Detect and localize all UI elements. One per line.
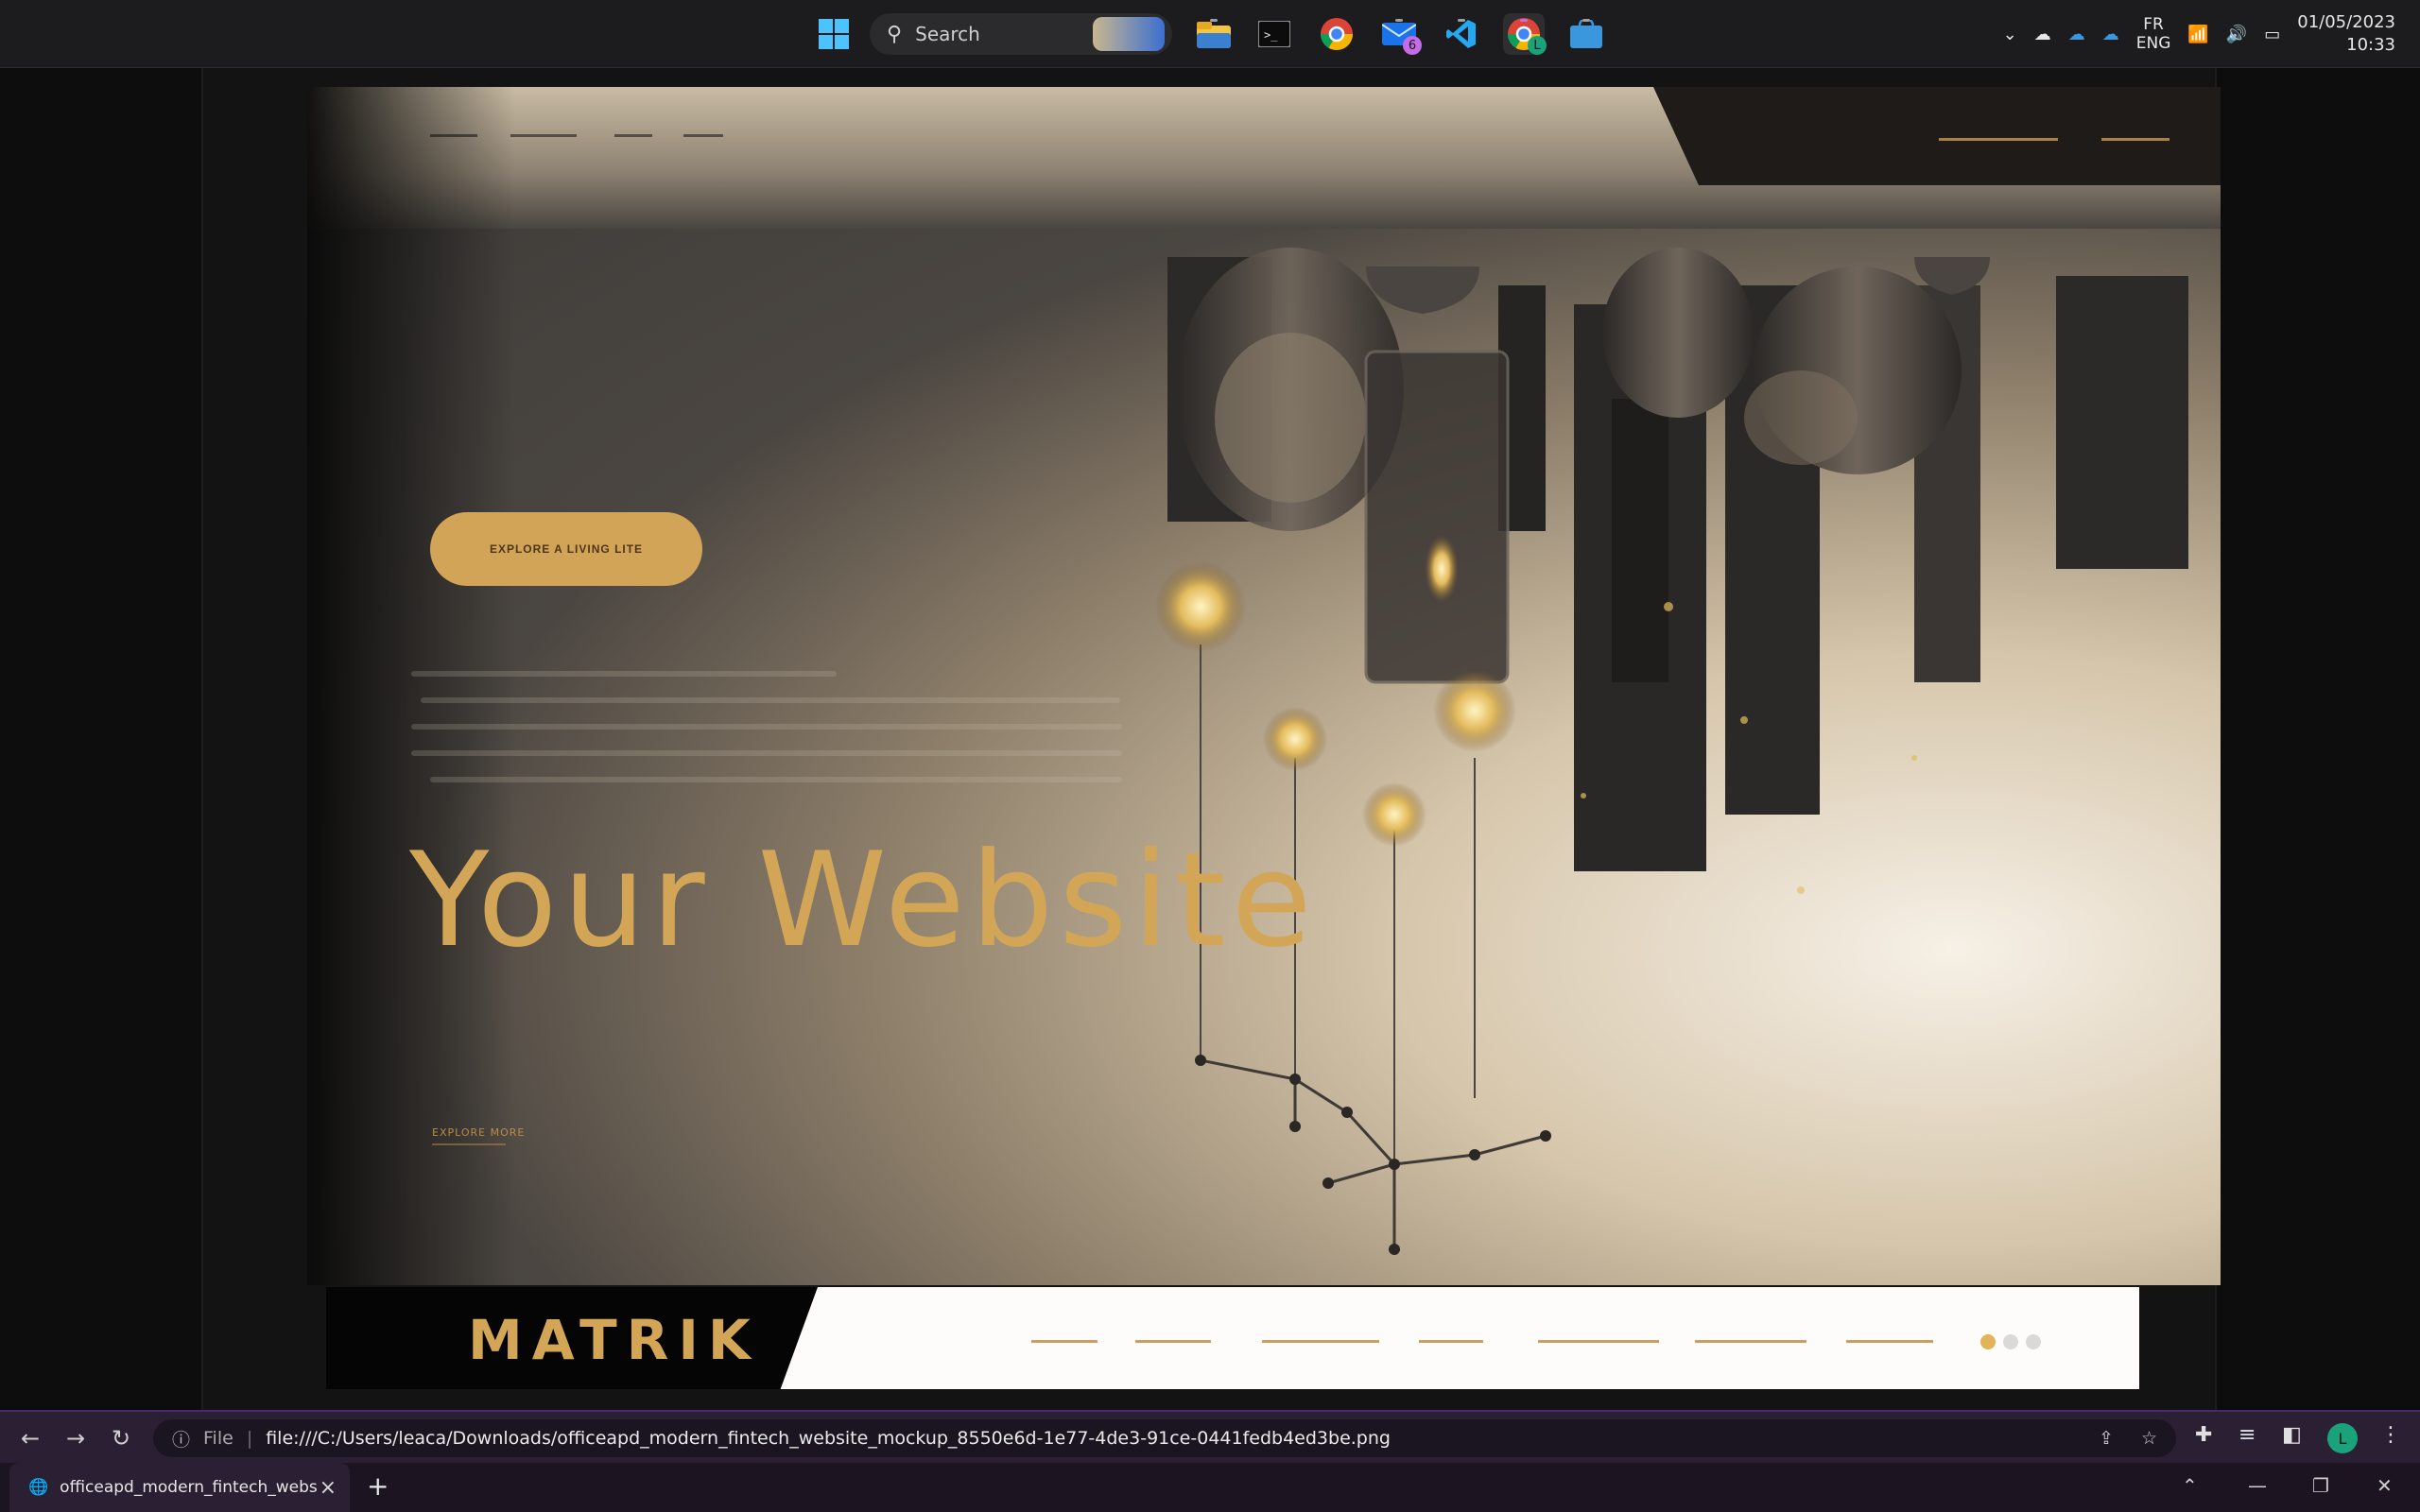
cloud-icon[interactable]: ☁ <box>2034 25 2051 44</box>
side-panel-icon[interactable]: ◧ <box>2282 1423 2302 1447</box>
chrome-profile-icon[interactable]: L <box>1503 13 1547 55</box>
hero-paragraph-line <box>421 697 1120 703</box>
menu-icon[interactable]: ⋮ <box>2380 1423 2401 1447</box>
website-mockup-image: EXPLORE A LIVING LITE Your Website EXPLO… <box>307 87 2221 1389</box>
footer-link[interactable] <box>1538 1340 1659 1343</box>
bookmark-star-icon[interactable]: ☆ <box>2141 1428 2157 1449</box>
hero-illustration <box>1139 229 2221 1285</box>
back-icon[interactable]: ← <box>13 1421 47 1455</box>
info-icon[interactable]: ⓘ <box>172 1426 190 1452</box>
file-scheme-label: File <box>203 1428 233 1449</box>
onedrive-icon[interactable]: ☁ <box>2068 25 2085 44</box>
hero-section: EXPLORE A LIVING LITE Your Website EXPLO… <box>307 87 2221 1285</box>
language-indicator[interactable]: FR ENG <box>2136 15 2171 53</box>
reading-list-icon[interactable]: ≡ <box>2238 1423 2256 1447</box>
globe-icon: 🌐 <box>28 1478 49 1497</box>
explore-more-link[interactable]: EXPLORE MORE <box>432 1126 525 1139</box>
forward-icon[interactable]: → <box>59 1421 93 1455</box>
footer-bar: MATRIK <box>326 1287 2139 1389</box>
footer-link[interactable] <box>1419 1340 1483 1343</box>
chevron-up-icon[interactable]: ⌄ <box>2003 25 2017 44</box>
file-explorer-icon[interactable] <box>1193 13 1235 55</box>
search-icon: ⚲ <box>887 22 903 46</box>
address-bar[interactable]: ⓘ File | file:///C:/Users/leaca/Download… <box>153 1419 2176 1457</box>
close-window-icon[interactable]: ✕ <box>2377 1474 2393 1497</box>
profile-avatar[interactable]: L <box>2327 1423 2358 1453</box>
extensions-icon[interactable]: ✚ <box>2195 1423 2212 1447</box>
hero-headline: Your Website <box>409 824 1318 976</box>
taskbar: ⚲ Search >_ 6 L ⌄ ☁ ☁ ☁ FR ENG 📶 🔊 ▭ 01/… <box>0 0 2420 68</box>
windows-start-icon[interactable] <box>813 13 855 55</box>
lang-code-bottom: ENG <box>2135 34 2171 53</box>
clock[interactable]: 01/05/2023 10:33 <box>2297 11 2395 57</box>
hero-cta-button[interactable]: EXPLORE A LIVING LITE <box>430 512 702 586</box>
system-tray: ⌄ ☁ ☁ ☁ FR ENG 📶 🔊 ▭ 01/05/2023 10:33 <box>2003 0 2420 68</box>
close-tab-icon[interactable]: × <box>320 1476 337 1500</box>
chrome-profile-badge: L <box>1528 36 1547 55</box>
wifi-icon[interactable]: 📶 <box>2187 25 2208 44</box>
lang-code-top: FR <box>2143 15 2164 34</box>
footer-link[interactable] <box>1695 1340 1806 1343</box>
hero-paragraph-line <box>411 724 1122 730</box>
hero-paragraph-line <box>411 750 1122 756</box>
minimize-icon[interactable]: — <box>2248 1474 2267 1497</box>
window-menu-chevron-icon[interactable]: ⌃ <box>2182 1474 2198 1497</box>
browser-viewport: EXPLORE A LIVING LITE Your Website EXPLO… <box>0 68 2420 1410</box>
svg-text:>_: >_ <box>1264 28 1278 42</box>
chrome-icon[interactable] <box>1316 13 1357 55</box>
mail-icon[interactable]: 6 <box>1378 13 1422 55</box>
date-label: 01/05/2023 <box>2297 12 2395 32</box>
footer-link[interactable] <box>1031 1340 1098 1343</box>
footer-link[interactable] <box>1135 1340 1211 1343</box>
new-tab-icon[interactable]: + <box>367 1470 389 1502</box>
taskbar-search[interactable]: ⚲ Search <box>870 13 1172 55</box>
hero-paragraph-line <box>430 777 1122 782</box>
terminal-icon[interactable]: >_ <box>1253 13 1295 55</box>
mail-badge: 6 <box>1403 36 1422 55</box>
battery-icon[interactable]: ▭ <box>2264 25 2280 44</box>
tab-title: officeapd_modern_fintech_webs <box>60 1478 318 1497</box>
url-text[interactable]: file:///C:/Users/leaca/Downloads/officea… <box>266 1428 1391 1449</box>
hero-paragraph-line <box>411 671 837 677</box>
footer-link[interactable] <box>1262 1340 1379 1343</box>
tab-strip: 🌐 officeapd_modern_fintech_webs × + ⌃ — … <box>0 1463 2420 1512</box>
social-icon[interactable] <box>2026 1334 2041 1349</box>
onedrive-business-icon[interactable]: ☁ <box>2102 25 2119 44</box>
vscode-icon[interactable] <box>1441 13 1482 55</box>
top-nav <box>307 87 2221 189</box>
social-icon[interactable] <box>2003 1334 2018 1349</box>
top-nav-dark-panel <box>1653 87 2221 185</box>
search-highlight-art-icon <box>1093 17 1165 51</box>
time-label: 10:33 <box>2346 35 2395 55</box>
social-icon[interactable] <box>1980 1334 1996 1349</box>
store-icon[interactable] <box>1565 13 1607 55</box>
search-label: Search <box>915 23 980 45</box>
reload-icon[interactable]: ↻ <box>104 1421 138 1455</box>
restore-icon[interactable]: ❐ <box>2312 1474 2329 1497</box>
brand-logo[interactable]: MATRIK <box>468 1308 760 1372</box>
share-icon[interactable]: ⇪ <box>2099 1428 2114 1449</box>
browser-tab[interactable]: 🌐 officeapd_modern_fintech_webs × <box>9 1463 350 1512</box>
footer-link[interactable] <box>1846 1340 1933 1343</box>
browser-toolbar: ← → ↻ ⓘ File | file:///C:/Users/leaca/Do… <box>0 1410 2420 1463</box>
image-frame: EXPLORE A LIVING LITE Your Website EXPLO… <box>201 68 2221 1410</box>
volume-icon[interactable]: 🔊 <box>2226 25 2247 44</box>
